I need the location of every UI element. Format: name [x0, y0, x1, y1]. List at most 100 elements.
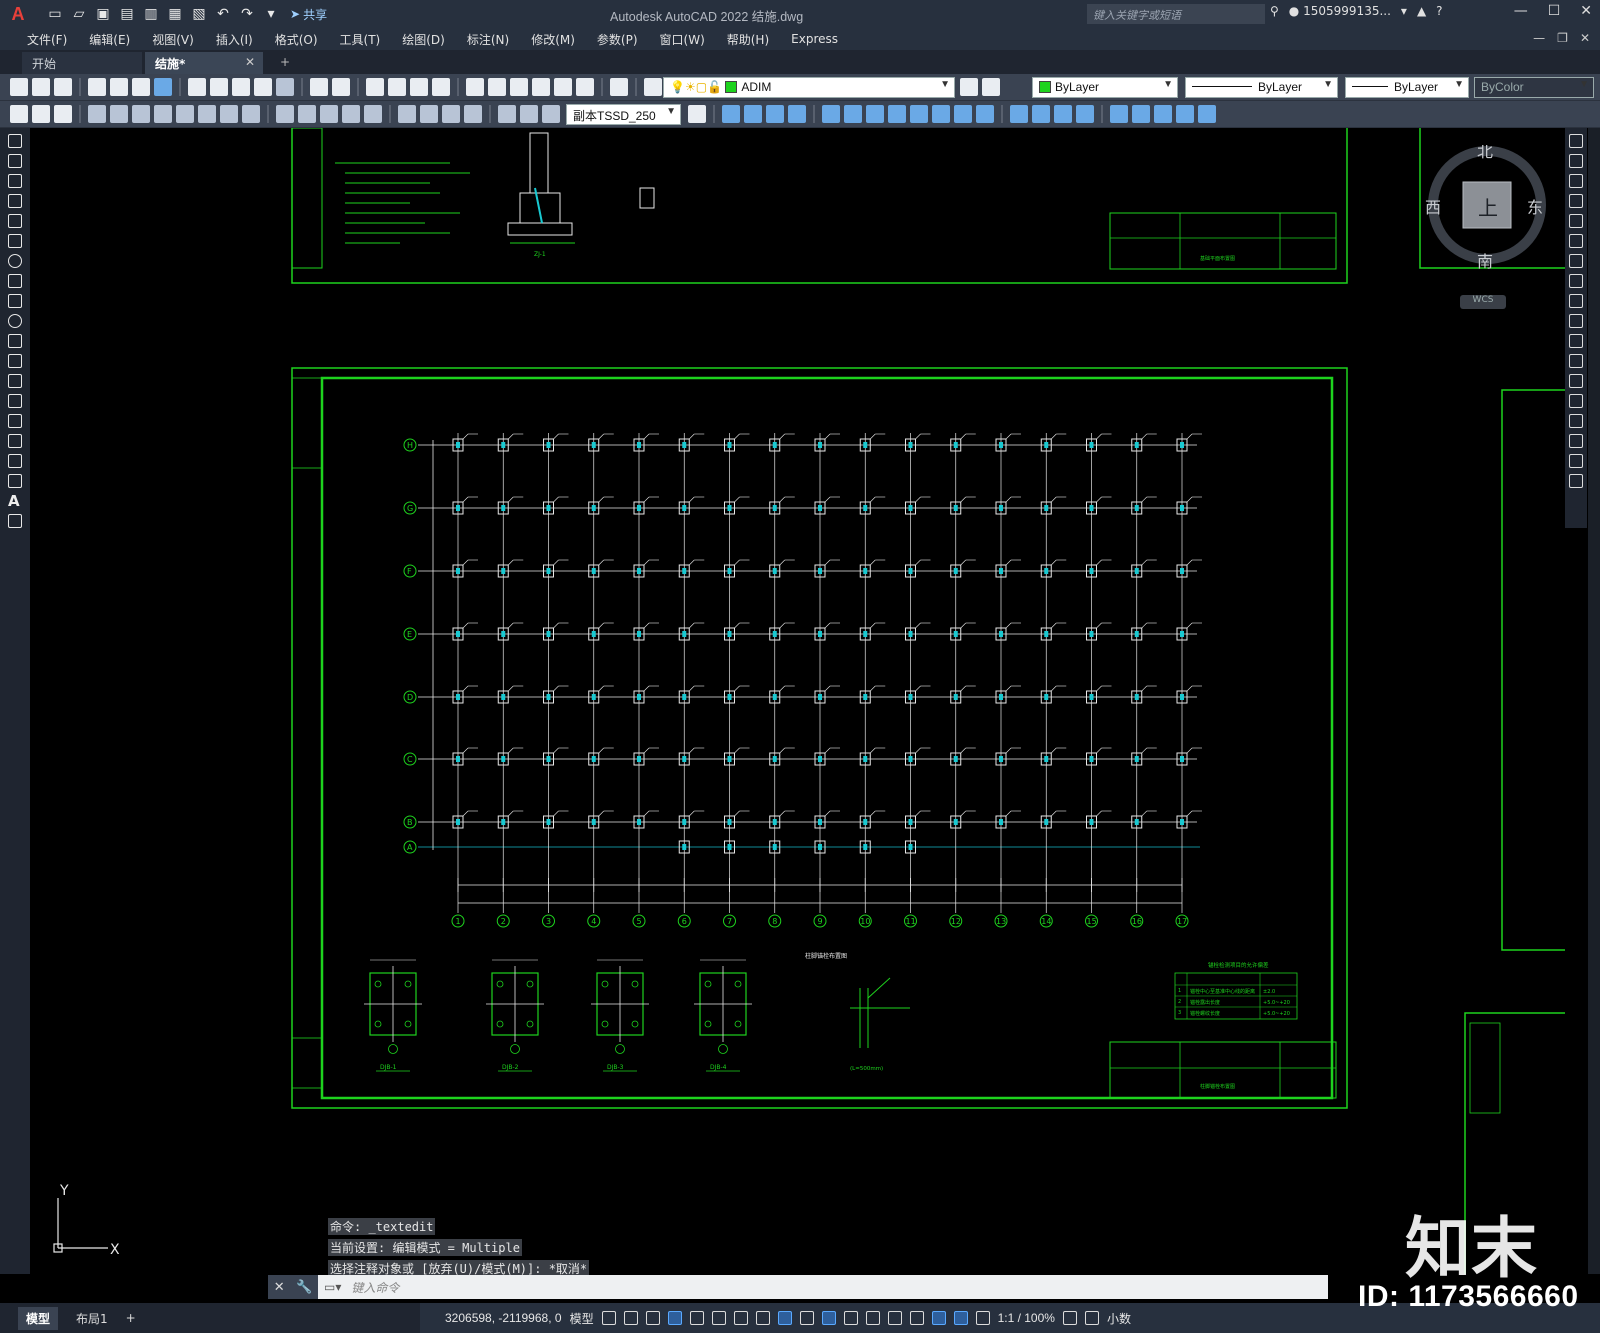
cone-icon[interactable] [766, 105, 784, 123]
menu-file[interactable]: 文件(F) [16, 31, 78, 48]
3d-osnap-icon[interactable] [865, 1311, 880, 1325]
compass-west[interactable]: 西 [1425, 198, 1441, 217]
menu-edit[interactable]: 编辑(E) [78, 31, 141, 48]
3d-align-icon[interactable] [1176, 105, 1194, 123]
array-icon[interactable] [1569, 214, 1583, 228]
menu-window[interactable]: 窗口(W) [649, 31, 716, 48]
break-icon[interactable] [1569, 374, 1583, 388]
presspull-icon[interactable] [954, 105, 972, 123]
autodesk-apps-icon[interactable]: ▲ [1417, 4, 1426, 18]
annotation-visibility-icon[interactable] [953, 1311, 968, 1325]
dim-edit-icon[interactable] [498, 105, 516, 123]
pan-icon[interactable] [366, 78, 384, 96]
sphere-icon[interactable] [788, 105, 806, 123]
save-as-icon[interactable]: ▤ [118, 5, 136, 23]
transparency-icon[interactable] [821, 1311, 836, 1325]
make-current-icon[interactable] [960, 78, 978, 96]
model-space-toggle[interactable]: 模型 [570, 1310, 594, 1327]
drawing-canvas[interactable]: ZJ-1 基础平面布置图 锚栓检测项目的允许偏差 锚栓中心至基准中心线的距离 ±… [30, 128, 1565, 1274]
spline-icon[interactable] [8, 294, 22, 308]
isodraft-icon[interactable] [733, 1311, 748, 1325]
undo-icon[interactable]: ↶ [214, 5, 232, 23]
workspace-gear-icon[interactable] [1062, 1311, 1077, 1325]
tab-drawing[interactable]: 结施* ✕ [145, 52, 263, 74]
3d-rotate-icon[interactable] [1154, 105, 1172, 123]
break-at-point-icon[interactable] [1569, 354, 1583, 368]
multiline-text-icon[interactable]: A [8, 494, 22, 509]
aligned-dim-icon[interactable] [110, 105, 128, 123]
rotate-icon[interactable] [1569, 254, 1583, 268]
arc-length-icon[interactable] [132, 105, 150, 123]
import-icon[interactable]: ▥ [142, 5, 160, 23]
match-properties-icon[interactable] [254, 78, 272, 96]
design-center-icon[interactable] [488, 78, 506, 96]
box-icon[interactable] [722, 105, 740, 123]
zoom-previous-icon[interactable] [432, 78, 450, 96]
plot-icon[interactable] [88, 78, 106, 96]
units-selector[interactable]: 小数 [1107, 1310, 1131, 1327]
angular-icon[interactable] [242, 105, 260, 123]
menu-tools[interactable]: 工具(T) [329, 31, 392, 48]
erase-icon[interactable] [1569, 134, 1583, 148]
inspection-icon[interactable] [442, 105, 460, 123]
help-toolbar-icon[interactable] [610, 78, 628, 96]
polar-tracking-icon[interactable] [711, 1311, 726, 1325]
tool-palettes-icon[interactable] [510, 78, 528, 96]
chamfer-icon[interactable] [1569, 414, 1583, 428]
cut-icon[interactable] [188, 78, 206, 96]
arc-icon[interactable] [8, 234, 22, 248]
customize-wrench-icon[interactable]: 🔧 [296, 1280, 312, 1295]
menu-draw[interactable]: 绘图(D) [391, 31, 456, 48]
autocad-logo-icon[interactable]: A [0, 0, 36, 28]
circle-icon[interactable] [8, 254, 22, 268]
copy-icon[interactable] [210, 78, 228, 96]
menu-modify[interactable]: 修改(M) [520, 31, 586, 48]
menu-dimension[interactable]: 标注(N) [456, 31, 520, 48]
doc-close-icon[interactable]: ✕ [1580, 31, 1590, 45]
redo-icon[interactable]: ↷ [238, 5, 256, 23]
menu-view[interactable]: 视图(V) [141, 31, 205, 48]
compass-east[interactable]: 东 [1527, 198, 1543, 217]
auto-scale-icon[interactable] [975, 1311, 990, 1325]
subtract-icon[interactable] [1076, 105, 1094, 123]
radius-icon[interactable] [176, 105, 194, 123]
publish-icon[interactable] [132, 78, 150, 96]
cart-icon[interactable]: ▾ [1401, 4, 1407, 18]
blend-curves-icon[interactable] [1569, 454, 1583, 468]
dim-break-icon[interactable] [364, 105, 382, 123]
infer-constraints-icon[interactable] [645, 1311, 660, 1325]
trim-icon[interactable] [1569, 314, 1583, 328]
wedge-icon[interactable] [744, 105, 762, 123]
viewcube-top-label[interactable]: 上 [1478, 196, 1498, 220]
ellipse-icon[interactable] [8, 314, 22, 328]
menu-insert[interactable]: 插入(I) [205, 31, 264, 48]
export-icon[interactable]: ▦ [166, 5, 184, 23]
menu-express[interactable]: Express [780, 32, 849, 46]
move-icon[interactable] [1569, 234, 1583, 248]
tab-layout1[interactable]: 布局1 [76, 1310, 108, 1327]
dimstyle-manager-icon[interactable] [688, 105, 706, 123]
revision-cloud-icon[interactable] [8, 274, 22, 288]
compass-north[interactable]: 北 [1477, 142, 1493, 161]
help-icon[interactable]: ? [1436, 4, 1442, 18]
new-tab-button[interactable]: + [270, 52, 294, 74]
add-layout-button[interactable]: + [126, 1311, 136, 1325]
sheet-set-icon[interactable] [532, 78, 550, 96]
scale-icon[interactable] [1569, 274, 1583, 288]
user-account[interactable]: ● 1505999135... [1289, 4, 1391, 18]
tssd-icon-3[interactable] [54, 105, 72, 123]
undo-toolbar-icon[interactable] [310, 78, 328, 96]
jogged-linear-icon[interactable] [464, 105, 482, 123]
3d-move-icon[interactable] [1132, 105, 1150, 123]
make-block-icon[interactable] [8, 374, 22, 388]
annotation-scale[interactable]: 1:1 / 100% [998, 1311, 1055, 1325]
object-snap-tracking-icon[interactable] [755, 1311, 770, 1325]
jogged-icon[interactable] [198, 105, 216, 123]
coordinates-readout[interactable]: 3206598, -2119968, 0 [445, 1311, 562, 1325]
stretch-icon[interactable] [1569, 294, 1583, 308]
line-icon[interactable] [8, 134, 22, 148]
offset-icon[interactable] [1569, 194, 1583, 208]
preview-icon[interactable] [110, 78, 128, 96]
diameter-icon[interactable] [220, 105, 238, 123]
annotation-monitor-icon[interactable] [1084, 1311, 1099, 1325]
